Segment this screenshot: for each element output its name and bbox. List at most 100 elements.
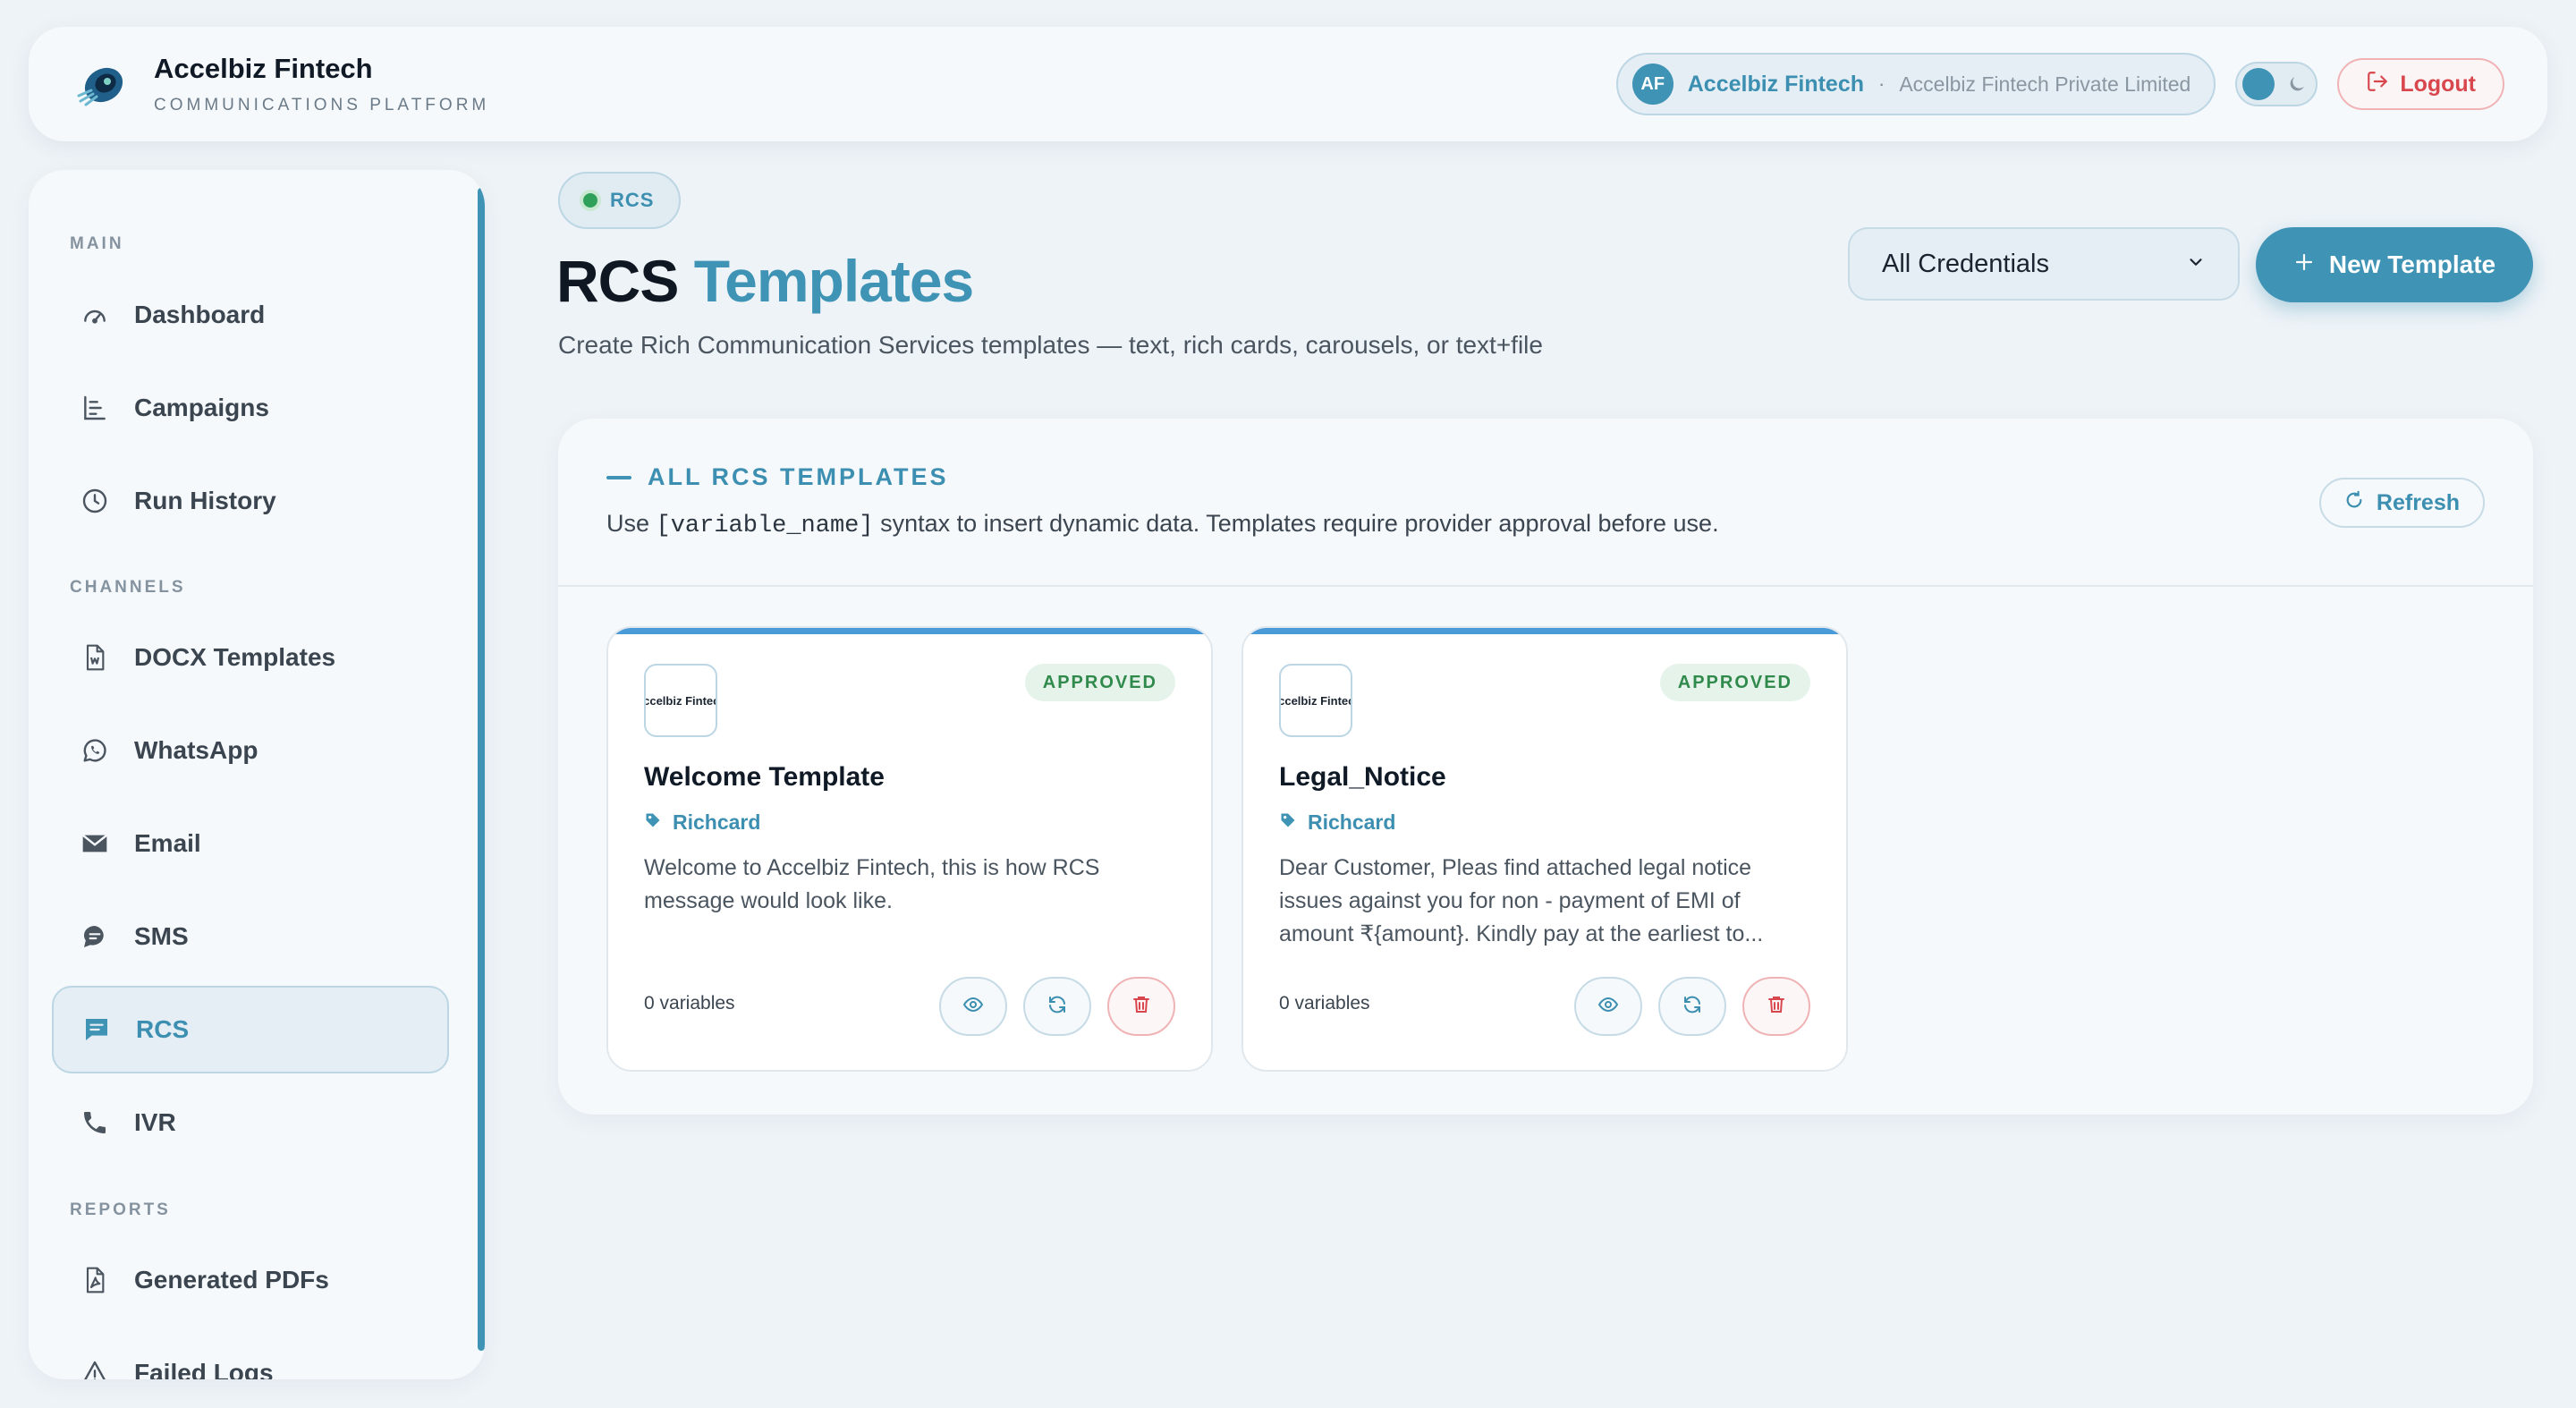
org-separator: · <box>1878 72 1885 95</box>
warning-icon <box>79 1357 111 1379</box>
channel-chip-label: RCS <box>610 189 655 211</box>
panel-title: ALL RCS TEMPLATES <box>648 463 949 490</box>
panel-hint-after: syntax to insert dynamic data. Templates… <box>873 510 1719 537</box>
trash-icon <box>1131 994 1152 1020</box>
sidebar-section-reports: REPORTS <box>70 1200 171 1219</box>
card-accent-bar <box>608 628 1211 634</box>
credentials-select[interactable]: All Credentials <box>1848 227 2240 301</box>
preview-button[interactable] <box>939 977 1007 1036</box>
sidebar-item-label: Failed Logs <box>134 1359 274 1379</box>
eye-icon <box>1597 994 1619 1020</box>
list-tree-icon <box>79 392 111 424</box>
sidebar-item-generated-pdfs[interactable]: Generated PDFs <box>52 1236 449 1324</box>
sidebar-item-dashboard[interactable]: Dashboard <box>52 271 449 359</box>
sidebar-item-ivr[interactable]: IVR <box>52 1079 449 1166</box>
sidebar-item-label: Generated PDFs <box>134 1266 329 1293</box>
template-body: Dear Customer, Pleas find attached legal… <box>1279 855 1764 946</box>
sidebar-item-label: WhatsApp <box>134 736 258 764</box>
organization-pill[interactable]: AF Accelbiz Fintech · Accelbiz Fintech P… <box>1615 53 2216 115</box>
variables-count: 0 variables <box>1279 993 1370 1014</box>
status-badge: APPROVED <box>1659 664 1810 701</box>
eye-icon <box>962 994 984 1020</box>
sidebar-item-label: Campaigns <box>134 394 269 421</box>
sidebar-item-campaigns[interactable]: Campaigns <box>52 364 449 452</box>
top-bar: Accelbiz Fintech COMMUNICATIONS PLATFORM… <box>29 27 2547 141</box>
org-name: Accelbiz Fintech <box>1687 71 1865 97</box>
sidebar: MAIN Dashboard Campaigns Run History CHA… <box>29 170 485 1379</box>
trash-icon <box>1766 994 1787 1020</box>
tag-icon <box>1279 810 1297 835</box>
sidebar-item-run-history[interactable]: Run History <box>52 457 449 545</box>
template-name: Welcome Template <box>644 762 885 792</box>
sidebar-item-label: Dashboard <box>134 301 266 328</box>
page-title-accent: Templates <box>693 248 975 314</box>
refresh-button[interactable]: Refresh <box>2318 478 2485 528</box>
page-title: RCS Templates <box>556 247 975 315</box>
sidebar-section-main: MAIN <box>70 234 124 253</box>
panel-hint-before: Use <box>606 510 657 537</box>
panel-title-dash <box>606 475 631 479</box>
brand-logo-icon <box>72 53 134 115</box>
sidebar-item-label: Run History <box>134 487 276 514</box>
sidebar-item-label: DOCX Templates <box>134 643 336 671</box>
template-type-label: Richcard <box>673 810 761 834</box>
toggle-knob <box>2242 68 2275 100</box>
phone-icon <box>79 1107 111 1139</box>
sidebar-item-rcs[interactable]: RCS <box>52 986 449 1073</box>
theme-toggle[interactable] <box>2235 62 2318 106</box>
gauge-icon <box>79 299 111 331</box>
sync-button[interactable] <box>1023 977 1091 1036</box>
tag-icon <box>644 810 662 835</box>
logout-label: Logout <box>2400 71 2476 97</box>
chevron-down-icon <box>2186 250 2206 279</box>
panel-divider <box>558 585 2533 587</box>
logout-button[interactable]: Logout <box>2337 58 2504 110</box>
whatsapp-icon <box>79 734 111 767</box>
templates-panel: ALL RCS TEMPLATES Use [variable_name] sy… <box>558 419 2533 1115</box>
channel-chip: RCS <box>558 172 682 229</box>
delete-button[interactable] <box>1107 977 1175 1036</box>
template-type: Richcard <box>1279 810 1395 835</box>
panel-hint: Use [variable_name] syntax to insert dyn… <box>606 510 1719 539</box>
pdf-file-icon <box>79 1264 111 1296</box>
sidebar-item-label: Email <box>134 829 201 857</box>
preview-button[interactable] <box>1574 977 1642 1036</box>
template-name: Legal_Notice <box>1279 762 1446 792</box>
sidebar-section-channels: CHANNELS <box>70 578 186 597</box>
word-file-icon <box>79 641 111 674</box>
template-logo: Accelbiz Fintech <box>1279 664 1352 737</box>
clock-icon <box>79 485 111 517</box>
sidebar-item-whatsapp[interactable]: WhatsApp <box>52 707 449 794</box>
sidebar-item-failed-logs[interactable]: Failed Logs <box>52 1329 449 1379</box>
org-company: Accelbiz Fintech Private Limited <box>1899 72 2191 96</box>
template-body: Welcome to Accelbiz Fintech, this is how… <box>644 855 1100 913</box>
moon-icon <box>2284 71 2310 98</box>
template-type-label: Richcard <box>1308 810 1396 834</box>
plus-icon <box>2293 250 2315 279</box>
card-accent-bar <box>1243 628 1846 634</box>
credentials-select-value: All Credentials <box>1882 249 2049 278</box>
envelope-icon <box>79 827 111 860</box>
refresh-icon <box>2344 490 2364 516</box>
sidebar-item-sms[interactable]: SMS <box>52 893 449 980</box>
logout-icon <box>2366 70 2389 99</box>
status-badge: APPROVED <box>1024 664 1175 701</box>
avatar: AF <box>1631 64 1674 105</box>
brand[interactable]: Accelbiz Fintech COMMUNICATIONS PLATFORM <box>72 53 489 115</box>
brand-subtitle: COMMUNICATIONS PLATFORM <box>154 96 490 115</box>
template-logo: Accelbiz Fintech <box>644 664 717 737</box>
sync-button[interactable] <box>1658 977 1726 1036</box>
delete-button[interactable] <box>1742 977 1810 1036</box>
template-card[interactable]: Accelbiz Fintech APPROVED Welcome Templa… <box>606 626 1213 1072</box>
template-card[interactable]: Accelbiz Fintech APPROVED Legal_Notice R… <box>1241 626 1848 1072</box>
sidebar-item-email[interactable]: Email <box>52 800 449 887</box>
sidebar-scrollbar[interactable] <box>478 188 485 1351</box>
new-template-label: New Template <box>2328 250 2496 278</box>
status-dot <box>583 193 597 208</box>
page-subtitle: Create Rich Communication Services templ… <box>558 331 1543 359</box>
panel-hint-code: [variable_name] <box>656 513 874 539</box>
brand-name: Accelbiz Fintech <box>154 53 373 84</box>
new-template-button[interactable]: New Template <box>2256 227 2533 302</box>
variables-count: 0 variables <box>644 993 735 1014</box>
sidebar-item-docx-templates[interactable]: DOCX Templates <box>52 614 449 701</box>
